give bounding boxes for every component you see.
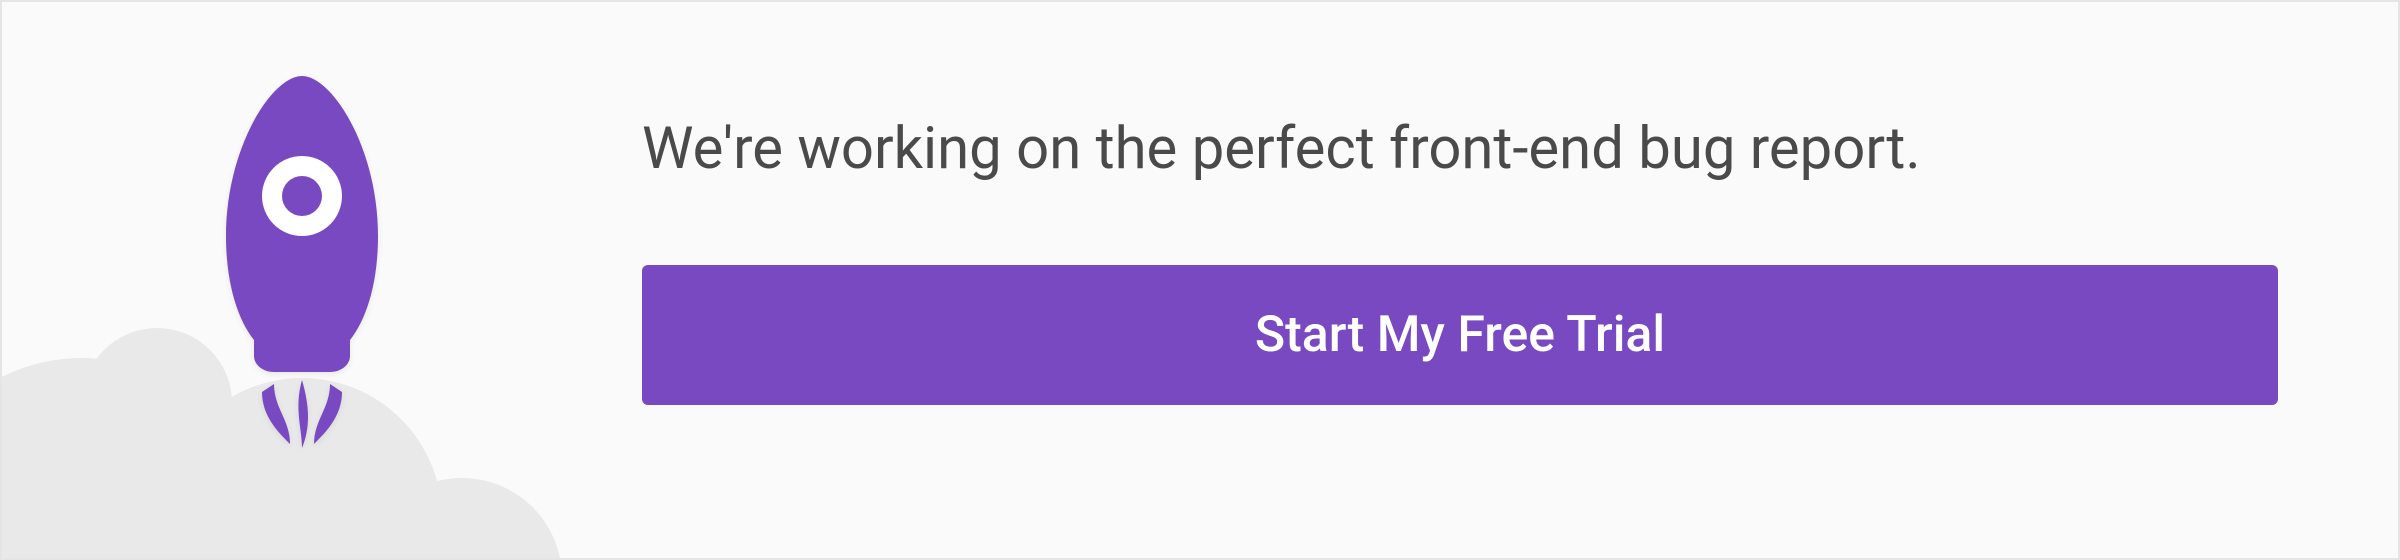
banner-content: We're working on the perfect front-end b… bbox=[642, 2, 2278, 558]
rocket-icon bbox=[182, 72, 422, 452]
cloud-bump bbox=[362, 478, 562, 560]
banner-headline: We're working on the perfect front-end b… bbox=[642, 115, 2278, 185]
start-free-trial-button[interactable]: Start My Free Trial bbox=[642, 265, 2278, 405]
promo-banner: We're working on the perfect front-end b… bbox=[0, 0, 2400, 560]
